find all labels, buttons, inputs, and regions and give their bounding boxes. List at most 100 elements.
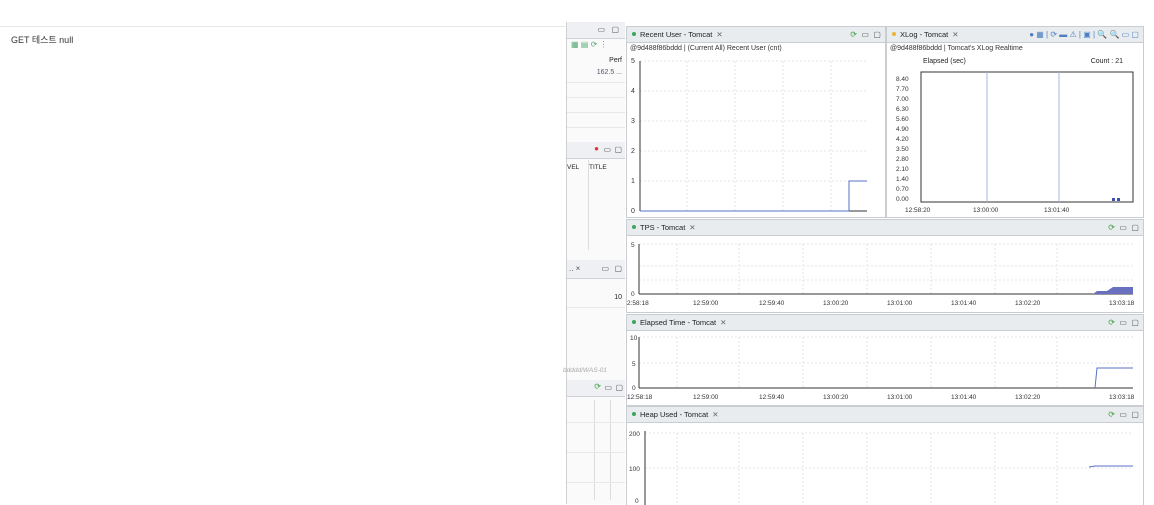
refresh-icon: ⟳ — [1108, 223, 1115, 232]
xlog-point — [1112, 198, 1115, 201]
recent-user-chart: 54 32 10 2:58:20 12:59:30 13:00:30 13:01… — [631, 58, 867, 215]
count-value: 10 — [614, 294, 622, 301]
y-tick: 5.60 — [896, 116, 909, 123]
y-tick: 2.10 — [896, 166, 909, 173]
x-tick: 13:01:40 — [1044, 207, 1070, 214]
tab-xlog[interactable]: XLog - Tomcat ✕ ● ▦ | ⟳ ▬ ⚠ | ▣ | 🔍 🔍 ▭ ▢ — [887, 27, 1143, 43]
maximize-icon[interactable]: ▢ — [614, 145, 622, 154]
title-column-header: TITLE — [589, 164, 607, 171]
maximize-icon[interactable]: ▢ — [615, 383, 623, 392]
xlog-point — [1117, 198, 1120, 201]
tab-label: Elapsed Time - Tomcat — [640, 318, 717, 327]
minimize-icon[interactable]: ▭ — [597, 25, 605, 34]
x-tick: 13:00:20 — [823, 300, 849, 307]
x-tick: 12:59:40 — [759, 300, 785, 307]
x-tick: 13:02:20 — [1015, 300, 1041, 307]
minimize-icon[interactable]: ▭ — [603, 145, 611, 154]
panel-subhead: @9d488f86bddd | Tomcat's XLog Realtime — [890, 45, 1023, 52]
y-tick: 2 — [631, 148, 635, 155]
y-tick: 7.00 — [896, 96, 909, 103]
x-tick: 12:58:18 — [627, 394, 653, 401]
y-tick: 10 — [630, 335, 638, 342]
panel-tools[interactable]: ⟳ ▭ ▢ — [1108, 220, 1139, 235]
elapsed-chart: 10 5 0 12:58:18 12:59:00 12:59:40 13:00:2… — [627, 335, 1135, 401]
y-tick: 0.70 — [896, 186, 909, 193]
recent-user-panel: Recent User - Tomcat ✕ ⟳ ▭ ▢ @9d488f86bdd… — [626, 26, 886, 218]
close-icon[interactable]: .. × — [569, 264, 580, 273]
minimize-icon[interactable]: ▭ — [604, 383, 612, 392]
x-tick: 13:00:00 — [973, 207, 999, 214]
y-tick: 100 — [629, 466, 640, 473]
panel-tools[interactable]: ⟳ ▭ ▢ — [850, 27, 881, 42]
maximize-icon[interactable]: ▢ — [614, 264, 622, 273]
y-tick: 5 — [631, 58, 635, 65]
minimize-icon[interactable]: ▭ — [601, 264, 609, 273]
tab-heap[interactable]: Heap Used - Tomcat ✕ ⟳ ▭ ▢ — [627, 407, 1143, 423]
tab-label: Recent User - Tomcat — [640, 30, 713, 39]
refresh-icon: ⟳ — [850, 30, 857, 39]
x-tick: 2:58:18 — [627, 300, 649, 307]
view-tab-strip: ▭ ▢ — [567, 22, 625, 39]
x-tick: 13:01:00 — [887, 300, 913, 307]
perf-value: 162.5 ... — [596, 69, 622, 76]
refresh-icon[interactable]: ⟳ — [594, 382, 601, 391]
left-views-sliver: ▭ ▢ ▦ ▤ ⟳ ⋮ Perf 162.5 ... ● ▭ ▢ VEL TIT… — [563, 22, 625, 504]
view-tab-strip-2: ● ▭ ▢ — [567, 142, 625, 159]
tps-area — [1093, 287, 1133, 294]
panel-tools[interactable]: ⟳ ▭ ▢ — [1108, 407, 1139, 422]
maximize-icon[interactable]: ▢ — [611, 25, 619, 34]
close-icon[interactable]: ✕ — [952, 30, 958, 39]
tab-recent-user[interactable]: Recent User - Tomcat ✕ ⟳ ▭ ▢ — [627, 27, 885, 43]
x-tick: 12:59:00 — [693, 394, 719, 401]
tps-chart: 5 0 2:58:18 12:59:00 12:59:40 13:00:20 13… — [627, 242, 1135, 307]
close-icon[interactable]: ✕ — [720, 318, 726, 327]
elapsed-panel: Elapsed Time - Tomcat ✕ ⟳ ▭ ▢ 10 5 0 12:58… — [626, 314, 1144, 406]
tps-panel: TPS - Tomcat ✕ ⟳ ▭ ▢ 5 0 2:58:18 12:59:00 … — [626, 219, 1144, 313]
tab-label: Heap Used - Tomcat — [640, 410, 709, 419]
y-tick: 4.20 — [896, 136, 909, 143]
refresh-icon: ⟳ — [1108, 410, 1115, 419]
x-tick: 13:03:18 — [1109, 300, 1135, 307]
stop-icon[interactable]: ● — [594, 144, 599, 153]
y-tick: 1.40 — [896, 176, 909, 183]
panel-tools[interactable]: ⟳ ▭ ▢ — [1108, 315, 1139, 330]
series-line — [1088, 465, 1133, 468]
y-tick: 1 — [631, 178, 635, 185]
toolbar-icons[interactable]: ▦ ▤ ⟳ ⋮ — [571, 40, 608, 49]
y-tick: 0.00 — [896, 196, 909, 203]
y-tick: 3.50 — [896, 146, 909, 153]
y-tick: 3 — [631, 118, 635, 125]
y-tick: 2.80 — [896, 156, 909, 163]
view-tab-strip-3: .. × ▭ ▢ — [567, 260, 625, 279]
series-line — [640, 180, 867, 212]
y-tick: 8.40 — [896, 76, 909, 83]
heap-panel: Heap Used - Tomcat ✕ ⟳ ▭ ▢ 200 100 0 — [626, 406, 1144, 505]
heap-chart: 200 100 0 — [629, 431, 1133, 505]
y-tick: 7.70 — [896, 86, 909, 93]
x-tick: 13:01:00 — [887, 394, 913, 401]
x-tick: 13:01:40 — [951, 394, 977, 401]
series-line — [1094, 367, 1133, 389]
tab-tps[interactable]: TPS - Tomcat ✕ ⟳ ▭ ▢ — [627, 220, 1143, 236]
x-tick: 13:00:20 — [823, 394, 849, 401]
close-icon[interactable]: ✕ — [689, 223, 695, 232]
count-label: Count : 21 — [1090, 58, 1123, 65]
close-icon[interactable]: ✕ — [716, 30, 722, 39]
y-tick: 0 — [631, 291, 635, 298]
x-tick: 13:01:40 — [951, 300, 977, 307]
tab-label: TPS - Tomcat — [640, 223, 686, 232]
y-tick: 4.90 — [896, 126, 909, 133]
panel-tools[interactable]: ● ▦ | ⟳ ▬ ⚠ | ▣ | 🔍 🔍 ▭ ▢ — [1029, 27, 1139, 42]
tab-elapsed[interactable]: Elapsed Time - Tomcat ✕ ⟳ ▭ ▢ — [627, 315, 1143, 331]
refresh-icon: ⟳ — [1108, 318, 1115, 327]
y-tick: 0 — [631, 208, 635, 215]
close-icon[interactable]: ✕ — [712, 410, 718, 419]
xlog-panel: XLog - Tomcat ✕ ● ▦ | ⟳ ▬ ⚠ | ▣ | 🔍 🔍 ▭ ▢… — [886, 26, 1144, 218]
y-tick: 5 — [631, 242, 635, 249]
y-tick: 0 — [632, 385, 636, 392]
x-tick: 12:58:20 — [905, 207, 931, 214]
y-tick: 200 — [629, 431, 640, 438]
path-text: bdddd/WAS-01 — [563, 367, 607, 374]
perf-column-header: Perf — [609, 57, 622, 64]
x-tick: 12:59:00 — [693, 300, 719, 307]
